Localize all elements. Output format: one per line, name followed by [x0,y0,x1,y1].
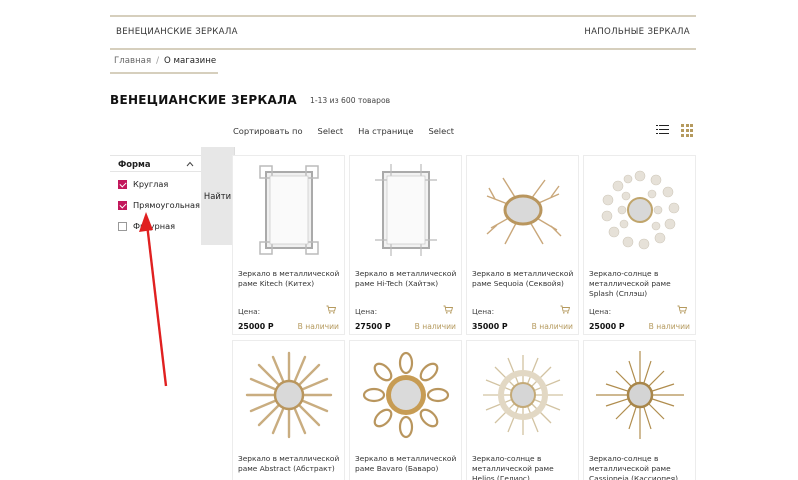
product-image[interactable] [350,341,461,449]
product-card[interactable]: Зеркало-солнце в металлической раме Heli… [466,340,579,480]
product-image[interactable] [350,156,461,264]
checkbox-figured[interactable] [118,221,127,231]
checkbox-round[interactable] [118,179,127,189]
menu-venetian-mirrors[interactable]: ВЕНЕЦИАНСКИЕ ЗЕРКАЛА [116,27,238,37]
product-name[interactable]: Зеркало в металлической раме Abstract (А… [238,454,343,474]
product-image[interactable] [233,156,344,264]
filter-option-rectangular[interactable]: Прямоугольная [118,200,200,210]
product-card[interactable]: Зеркало-солнце в металлической раме Cass… [583,340,696,480]
sun-mirror-image [245,351,332,439]
filter-option-figured[interactable]: Фигурная [118,221,175,231]
stock-status: В наличии [531,322,573,331]
price-label: Цена: [238,307,261,316]
product-name[interactable]: Зеркало в металлической раме Bavaro (Бав… [355,454,460,474]
sort-label: Сортировать по [233,126,303,136]
product-card[interactable]: Зеркало в металлической раме Bavaro (Бав… [349,340,462,480]
product-card[interactable]: Зеркало в металлической раме Hi-Tech (Ха… [349,155,462,335]
price-label: Цена: [355,307,378,316]
cart-icon[interactable] [326,305,336,314]
breadcrumb-separator: / [156,56,160,66]
filter-option-round[interactable]: Круглая [118,179,168,189]
product-name[interactable]: Зеркало в металлической раме Kitech (Кит… [238,269,343,289]
sort-bar: Сортировать по Select На странице Select [233,126,469,136]
per-page-label: На странице [358,126,414,136]
cart-icon[interactable] [677,305,687,314]
stock-status: В наличии [648,322,690,331]
filter-header[interactable]: Форма [110,155,201,172]
product-image[interactable] [584,341,695,449]
shape-filter: Форма [110,155,201,172]
branch-mirror-image [486,177,561,245]
checkbox-rectangular[interactable] [118,200,127,210]
filter-option-label: Прямоугольная [133,200,200,210]
filter-option-label: Круглая [133,179,169,189]
starburst-mirror-image [595,351,684,439]
product-image[interactable] [233,341,344,449]
chevron-up-icon [186,161,194,167]
product-image[interactable] [584,156,695,264]
find-button[interactable]: Найти [201,147,235,245]
breadcrumb-underline [110,72,218,74]
product-image[interactable] [467,156,578,264]
sort-select[interactable]: Select [318,126,344,136]
filter-title: Форма [118,159,151,169]
cart-icon[interactable] [443,305,453,314]
product-price: 25000 Р [589,322,625,331]
flower-mirror-image [362,351,449,439]
filter-option-label: Фигурная [133,221,176,231]
stock-status: В наличии [414,322,456,331]
breadcrumb: Главная / О магазине [114,56,216,66]
product-name[interactable]: Зеркало-солнце в металлической раме Spla… [589,269,694,299]
product-name[interactable]: Зеркало-солнце в металлической раме Heli… [472,454,577,480]
product-name[interactable]: Зеркало в металлической раме Sequoia (Се… [472,269,577,289]
product-price: 25000 Р [238,322,274,331]
stock-status: В наличии [297,322,339,331]
product-name[interactable]: Зеркало-солнце в металлической раме Cass… [589,454,694,480]
product-card[interactable]: Зеркало в металлической раме Abstract (А… [232,340,345,480]
product-card[interactable]: Зеркало-солнце в металлической раме Spla… [583,155,696,335]
breadcrumb-current: О магазине [164,56,217,66]
grid-view-icon[interactable] [681,124,694,137]
product-price: 35000 Р [472,322,508,331]
breadcrumb-home[interactable]: Главная [114,56,151,66]
product-card[interactable]: Зеркало в металлической раме Sequoia (Се… [466,155,579,335]
product-name[interactable]: Зеркало в металлической раме Hi-Tech (Ха… [355,269,460,289]
rect-mirror-image [374,164,437,256]
rect-mirror-image [258,165,319,255]
product-image[interactable] [467,341,578,449]
product-card[interactable]: Зеркало в металлической раме Kitech (Кит… [232,155,345,335]
menu-floor-mirrors[interactable]: НАПОЛЬНЫЕ ЗЕРКАЛА [584,27,690,37]
cart-icon[interactable] [560,305,570,314]
per-page-select[interactable]: Select [428,126,454,136]
product-count: 1-13 из 600 товаров [310,96,391,105]
helios-mirror-image [482,355,563,435]
splash-mirror-image [601,170,679,250]
top-menu: ВЕНЕЦИАНСКИЕ ЗЕРКАЛА НАПОЛЬНЫЕ ЗЕРКАЛА [110,17,696,50]
price-label: Цена: [472,307,495,316]
list-view-icon[interactable] [656,124,669,135]
product-price: 27500 Р [355,322,391,331]
price-label: Цена: [589,307,612,316]
page-title: ВЕНЕЦИАНСКИЕ ЗЕРКАЛА [110,93,297,107]
